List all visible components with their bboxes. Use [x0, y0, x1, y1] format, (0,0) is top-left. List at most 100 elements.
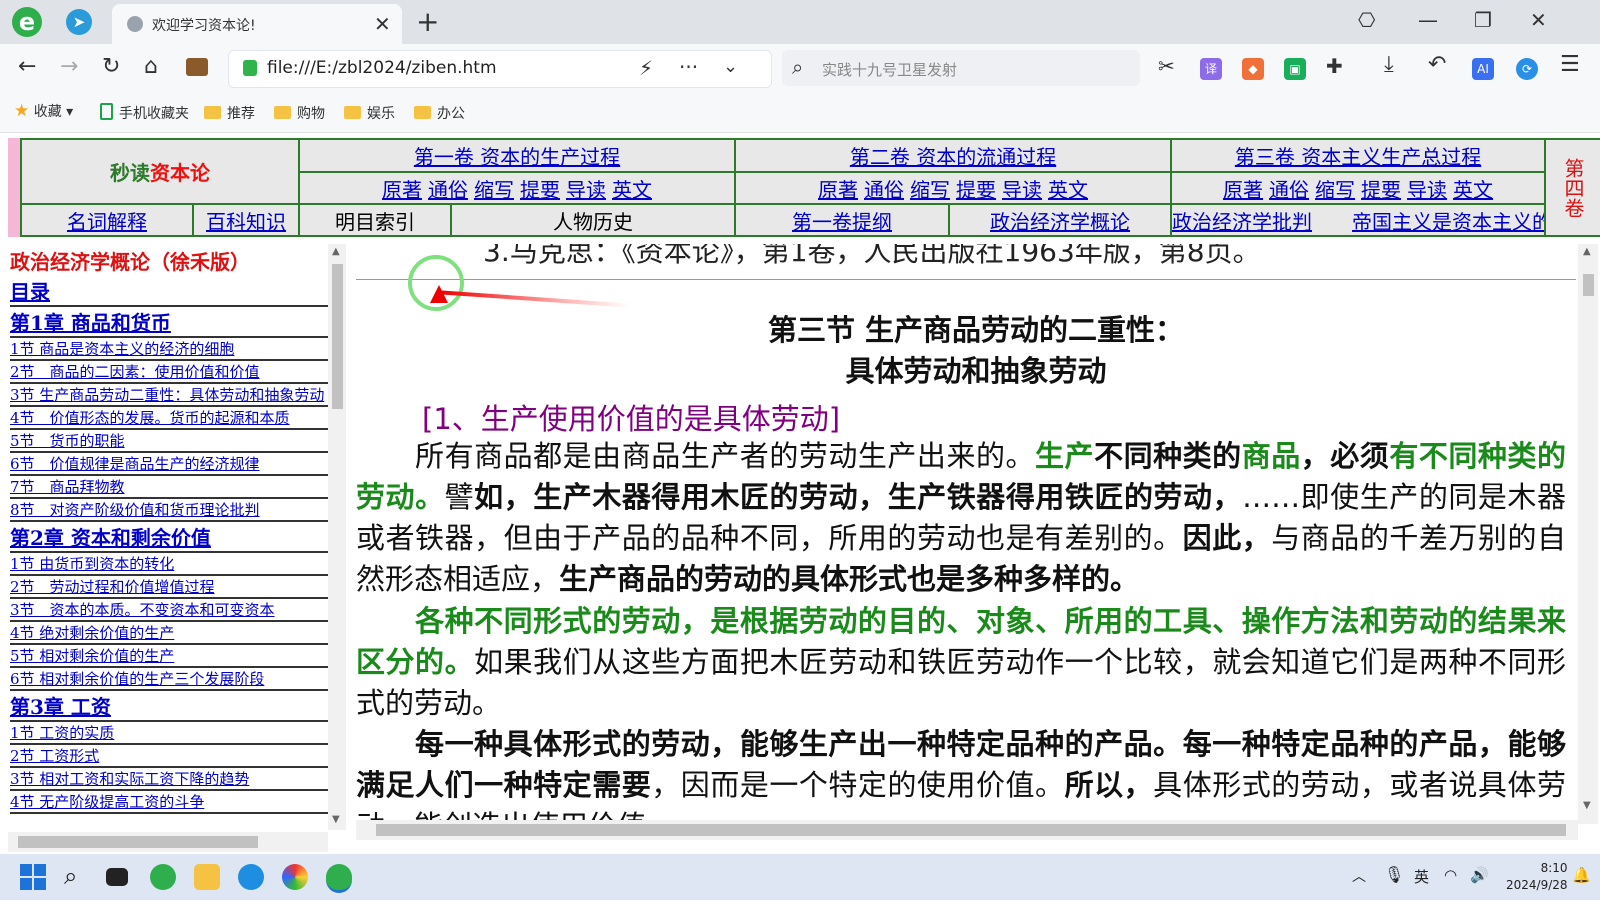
scroll-up-icon[interactable]: ▲ [332, 246, 340, 257]
toc-chapter-link[interactable]: 第3章 工资 [10, 695, 111, 719]
toc-item-link[interactable]: 3节 生产商品劳动二重性：具体劳动和抽象劳动 [10, 386, 324, 404]
undo-icon[interactable]: ↶ [1428, 52, 1446, 77]
imperialism-link[interactable]: 帝国主义是资本主义的最高阶段 [1352, 210, 1543, 234]
telegram-icon[interactable]: ➤ [66, 9, 92, 35]
toc-item-link[interactable]: 1节 由货币到资本的转化 [10, 555, 174, 573]
glossary-link[interactable]: 名词解释 [67, 210, 147, 234]
lightning-icon[interactable]: ⚡ [639, 56, 653, 80]
original-link[interactable]: 原著 [1223, 178, 1263, 202]
guide-link[interactable]: 导读 [566, 178, 606, 202]
toc-vertical-scrollbar[interactable]: ▲ ▼ [328, 244, 346, 830]
bookmark-entertainment[interactable]: 娱乐 [344, 103, 395, 123]
volume-1-outline-link[interactable]: 第一卷提纲 [792, 210, 892, 234]
forward-button[interactable]: → [60, 54, 78, 79]
edge-icon[interactable] [238, 864, 264, 890]
scrollbar-thumb[interactable] [332, 264, 343, 409]
toc-item-link[interactable]: 1节 工资的实质 [10, 724, 114, 742]
chevron-down-icon[interactable]: ⌄ [723, 56, 738, 77]
browser-app-icon[interactable] [326, 864, 352, 893]
reload-button[interactable]: ↻ [102, 54, 120, 79]
toc-item-link[interactable]: 2节 工资形式 [10, 747, 99, 765]
scroll-up-icon[interactable]: ▲ [1583, 246, 1591, 257]
content-vertical-scrollbar[interactable]: ▲ ▼ [1578, 244, 1598, 824]
toc-chapter-link[interactable]: 第1章 商品和货币 [10, 311, 171, 335]
people-history-label[interactable]: 人物历史 [449, 203, 737, 237]
toc-item-link[interactable]: 2节 劳动过程和价值增值过程 [10, 578, 215, 596]
restore-button[interactable]: ❐ [1474, 8, 1492, 32]
notification-icon[interactable]: 🔔 [1572, 866, 1591, 884]
search-box[interactable]: ⌕ 实践十九号卫星发射 [782, 50, 1140, 86]
tab-close-icon[interactable]: ✕ [374, 12, 391, 36]
chrome-icon[interactable] [282, 864, 308, 890]
search-placeholder[interactable]: 实践十九号卫星发射 [822, 59, 957, 80]
volume-3-link[interactable]: 第三卷 资本主义生产总过程 [1235, 145, 1481, 169]
toc-item-link[interactable]: 2节 商品的二因素：使用价值和价值 [10, 363, 260, 381]
volume-4-label[interactable]: 第四卷 [1544, 138, 1600, 237]
summary-link[interactable]: 提要 [956, 178, 996, 202]
start-menu-icon[interactable] [20, 864, 46, 890]
back-button[interactable]: ← [18, 54, 36, 79]
popular-link[interactable]: 通俗 [864, 178, 904, 202]
toc-item-link[interactable]: 4节 绝对剩余价值的生产 [10, 624, 174, 642]
chevron-down-icon[interactable]: ▾ [66, 104, 73, 120]
scrollbar-thumb[interactable] [376, 824, 1566, 836]
toc-item-link[interactable]: 6节 价值规律是商品生产的经济规律 [10, 455, 260, 473]
minimize-button[interactable]: — [1418, 8, 1438, 32]
extensions-icon[interactable]: ✚ [1326, 54, 1343, 78]
close-window-button[interactable]: ✕ [1530, 8, 1547, 32]
scroll-down-icon[interactable]: ▼ [1583, 800, 1591, 811]
english-link[interactable]: 英文 [612, 178, 652, 202]
task-view-icon[interactable] [106, 868, 128, 886]
toc-item-link[interactable]: 4节 价值形态的发展。货币的起源和本质 [10, 409, 290, 427]
url-text[interactable]: file:///E:/zbl2024/ziben.htm [267, 58, 497, 78]
guide-link[interactable]: 导读 [1002, 178, 1042, 202]
address-bar[interactable]: file:///E:/zbl2024/ziben.htm ⚡ ··· ⌄ [228, 50, 772, 88]
translate-icon[interactable]: 译 [1200, 58, 1222, 80]
ai-icon[interactable]: AI [1472, 58, 1494, 80]
app-plus-icon[interactable] [150, 864, 176, 890]
bookmark-recommend[interactable]: 推荐 [204, 103, 255, 123]
bookmark-shopping[interactable]: 购物 [274, 103, 325, 123]
toc-item-link[interactable]: 6节 相对剩余价值的生产三个发展阶段 [10, 670, 264, 688]
abridged-link[interactable]: 缩写 [1315, 178, 1355, 202]
file-explorer-icon[interactable] [194, 864, 220, 890]
summary-link[interactable]: 提要 [1361, 178, 1401, 202]
encyclopedia-link[interactable]: 百科知识 [206, 210, 286, 234]
english-link[interactable]: 英文 [1048, 178, 1088, 202]
abridged-link[interactable]: 缩写 [910, 178, 950, 202]
content-horizontal-scrollbar[interactable] [356, 820, 1578, 840]
scissors-icon[interactable]: ✂ [1158, 54, 1175, 78]
browser-logo-icon[interactable]: e [10, 5, 44, 39]
new-tab-button[interactable]: + [416, 5, 439, 38]
volume-1-link[interactable]: 第一卷 资本的生产过程 [414, 145, 620, 169]
sidebar-toggle-icon[interactable]: ⎔ [1358, 8, 1375, 32]
index-label[interactable]: 明目索引 [298, 203, 452, 237]
clock[interactable]: 8:10 2024/9/28 [1506, 860, 1568, 894]
volume-icon[interactable]: 🔊 [1470, 866, 1489, 884]
bookmark-mobile[interactable]: 手机收藏夹 [100, 103, 189, 123]
political-economy-intro-link[interactable]: 政治经济学概论 [990, 210, 1130, 234]
scroll-down-icon[interactable]: ▼ [332, 814, 340, 825]
toc-chapter-link[interactable]: 第2章 资本和剩余价值 [10, 526, 211, 550]
critique-political-economy-link[interactable]: 政治经济学批判 [1173, 210, 1312, 234]
popular-link[interactable]: 通俗 [1269, 178, 1309, 202]
bookmark-office[interactable]: 办公 [414, 103, 465, 123]
bookmark-favorites[interactable]: ★ 收藏 ▾ [14, 101, 73, 121]
search-icon[interactable]: ⌕ [64, 862, 77, 890]
tray-chevron-icon[interactable]: ︿ [1352, 866, 1366, 886]
reader-icon[interactable]: ▣ [1284, 58, 1306, 80]
scrollbar-thumb[interactable] [18, 836, 258, 848]
menu-icon[interactable]: ☰ [1560, 52, 1580, 77]
briefcase-icon[interactable] [186, 58, 208, 76]
sync-icon[interactable]: ⟳ [1516, 58, 1538, 80]
original-link[interactable]: 原著 [818, 178, 858, 202]
volume-2-link[interactable]: 第二卷 资本的流通过程 [850, 145, 1056, 169]
browser-tab[interactable]: 欢迎学习资本论! ✕ [112, 4, 402, 44]
toc-item-link[interactable]: 1节 商品是资本主义的经济的细胞 [10, 340, 234, 358]
game-icon[interactable]: ◆ [1242, 58, 1264, 80]
toc-item-link[interactable]: 7节 商品拜物教 [10, 478, 125, 496]
toc-item-link[interactable]: 3节 资本的本质。不变资本和可变资本 [10, 601, 275, 619]
toc-chapter-link[interactable]: 目录 [10, 280, 50, 304]
summary-link[interactable]: 提要 [520, 178, 560, 202]
toc-item-link[interactable]: 3节 相对工资和实际工资下降的趋势 [10, 770, 249, 788]
